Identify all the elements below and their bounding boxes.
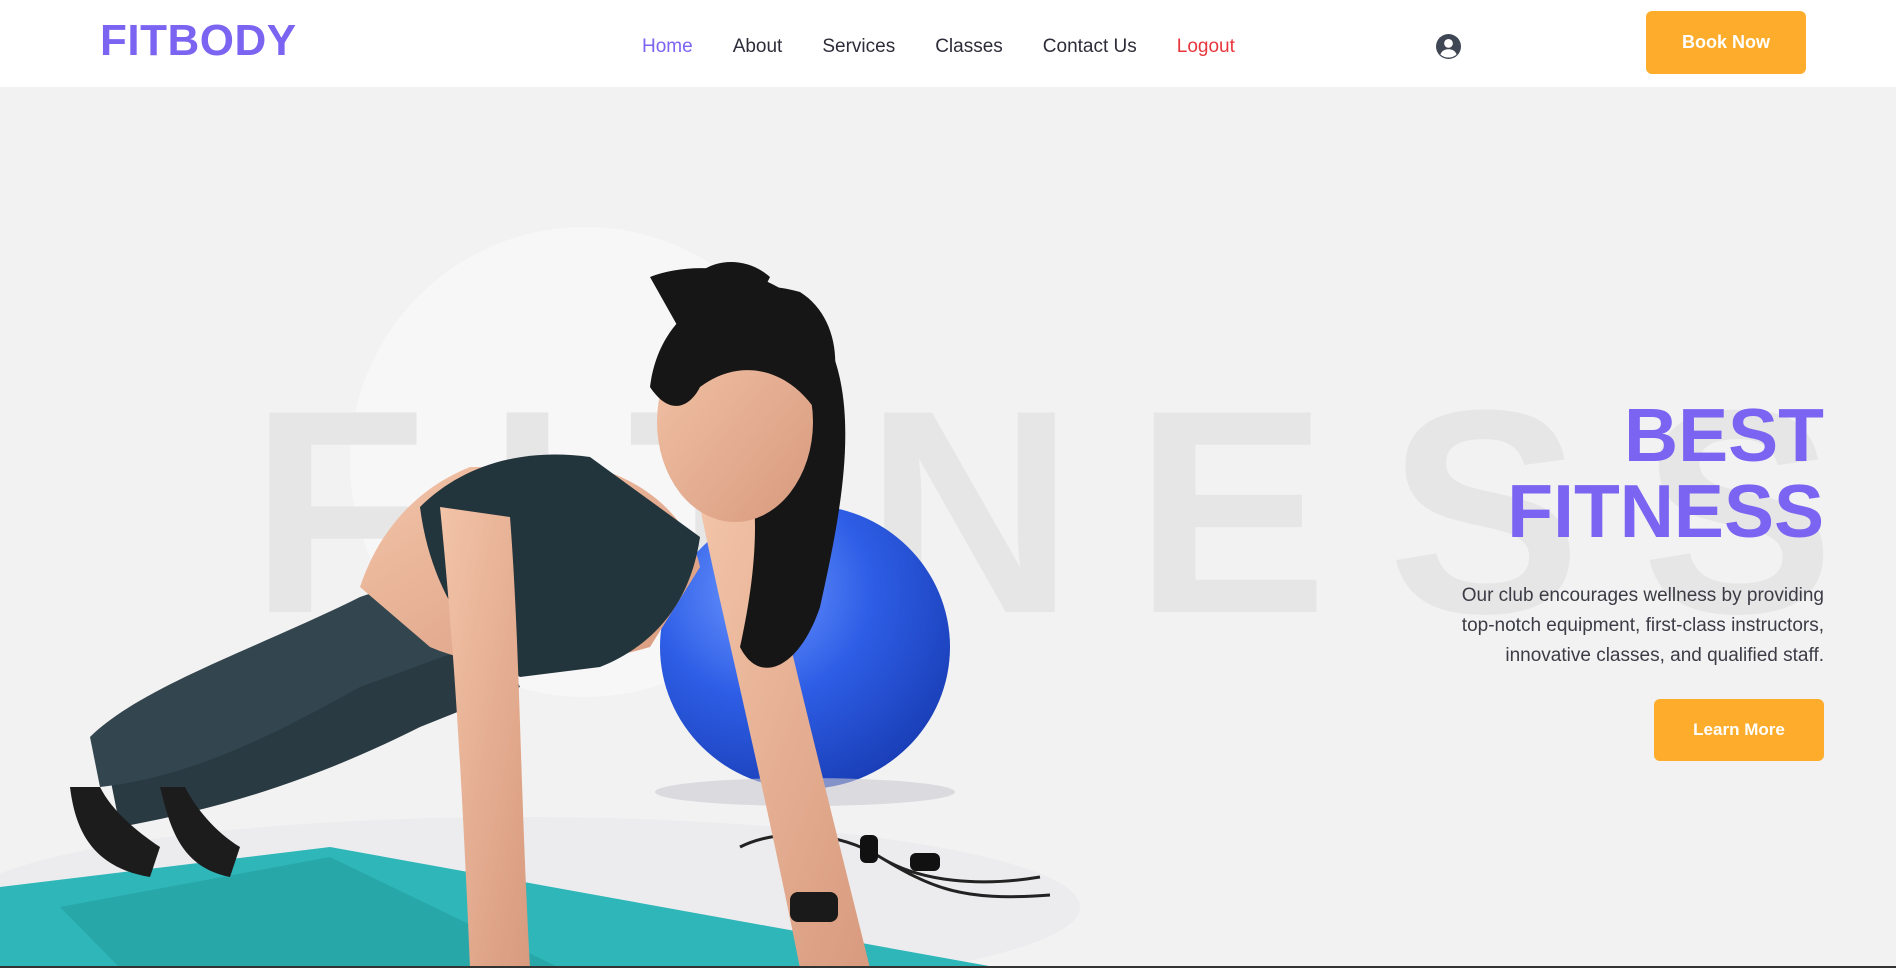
main-nav: Home About Services Classes Contact Us L…: [642, 36, 1275, 58]
hero-section: FITNESS BEST FITNESS Our club encourages…: [0, 87, 1896, 968]
nav-contact-link[interactable]: Contact Us: [1043, 36, 1137, 58]
hero-image: [0, 261, 1080, 968]
site-header: FITBODY Home About Services Classes Cont…: [0, 0, 1896, 87]
hero-description-line2: top-notch equipment, first-class instruc…: [1461, 615, 1824, 636]
nav-home-link[interactable]: Home: [642, 36, 693, 58]
book-now-button[interactable]: Book Now: [1646, 11, 1806, 74]
learn-more-button[interactable]: Learn More: [1654, 699, 1824, 761]
user-circle-icon[interactable]: [1436, 34, 1461, 59]
nav-logout-link[interactable]: Logout: [1177, 36, 1235, 58]
hero-title-line2: FITNESS: [1507, 469, 1824, 553]
hero-title-line1: BEST: [1623, 393, 1824, 477]
site-logo[interactable]: FITBODY: [100, 16, 297, 66]
nav-about-link[interactable]: About: [733, 36, 783, 58]
hero-title: BEST FITNESS: [1264, 397, 1824, 549]
nav-services-link[interactable]: Services: [822, 36, 895, 58]
hero-description-line1: Our club encourages wellness by providin…: [1461, 585, 1824, 606]
hero-description: Our club encourages wellness by providin…: [1264, 581, 1824, 671]
hero-description-line3: innovative classes, and qualified staff.: [1505, 645, 1824, 666]
hero-text-block: BEST FITNESS Our club encourages wellnes…: [1264, 397, 1824, 761]
nav-classes-link[interactable]: Classes: [935, 36, 1003, 58]
